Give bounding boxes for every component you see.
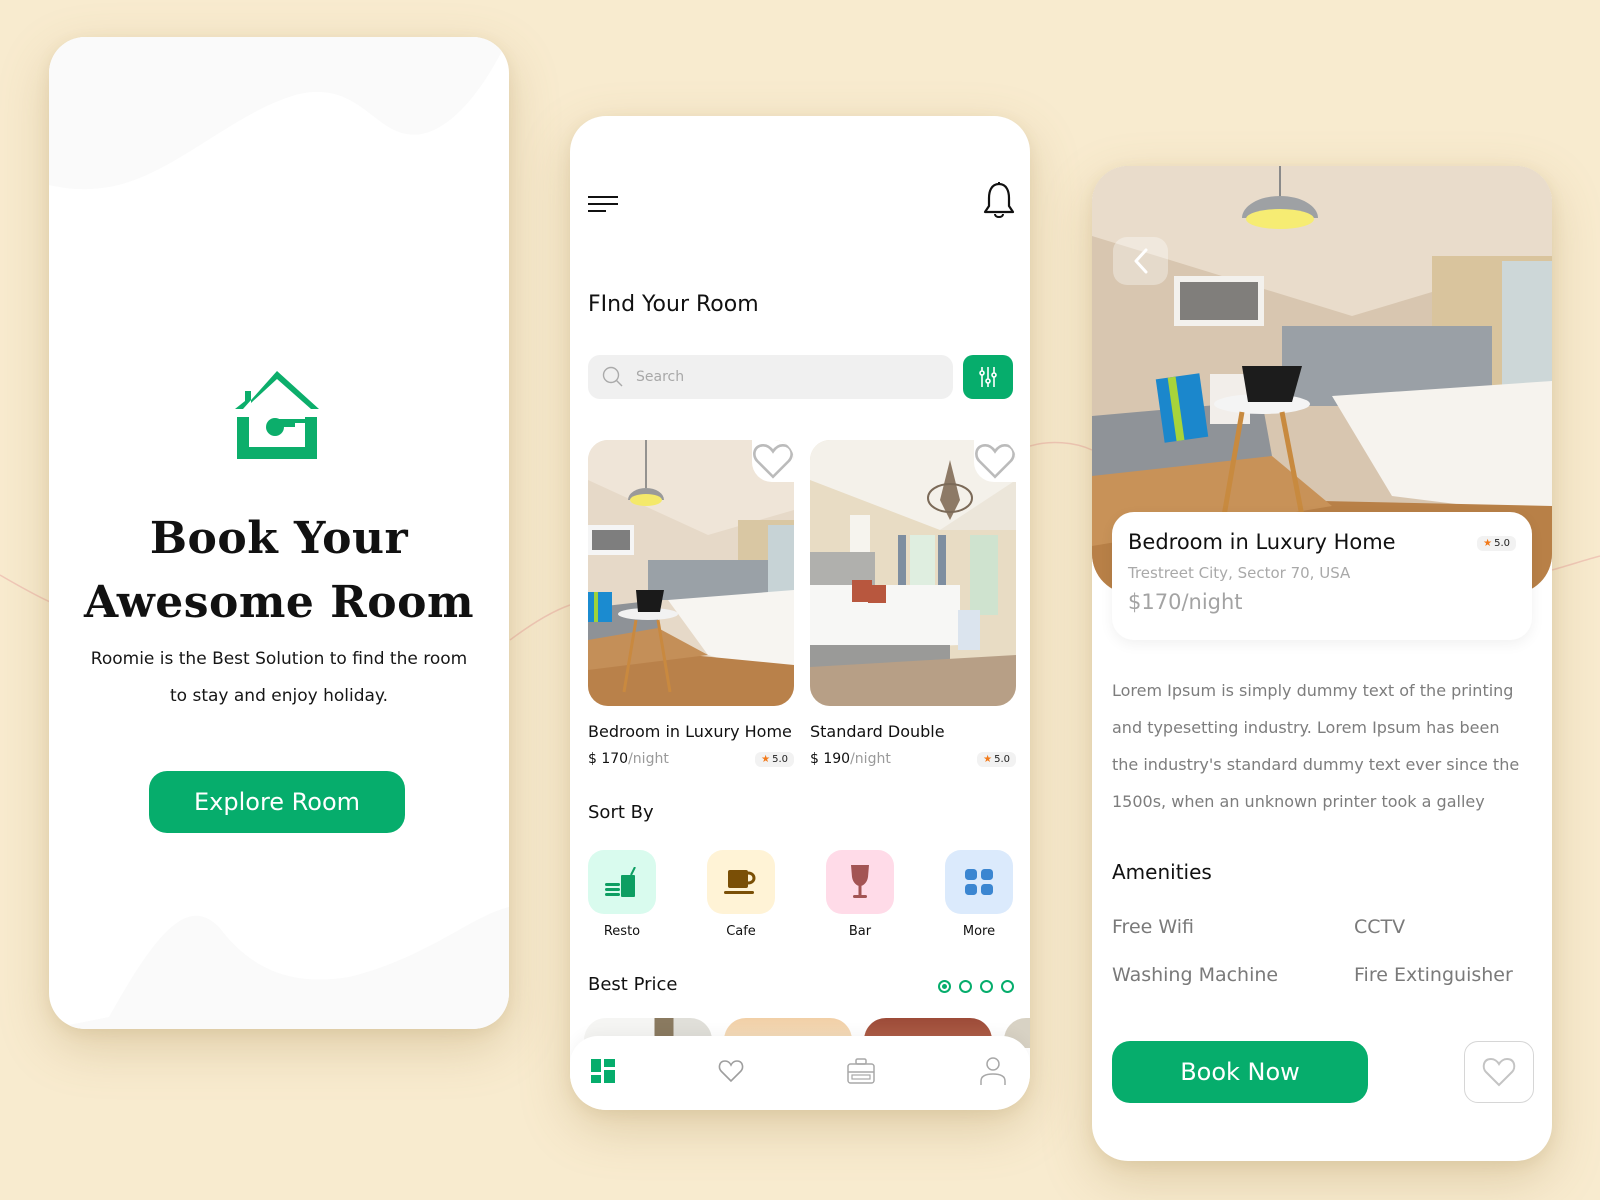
coffee-cup-icon bbox=[724, 870, 756, 894]
rating-value: 5.0 bbox=[1494, 538, 1510, 549]
sort-tile bbox=[945, 850, 1013, 914]
sort-label: Bar bbox=[848, 924, 872, 939]
room-name: Standard Double bbox=[810, 722, 945, 741]
room-price: $ 190/night bbox=[810, 751, 891, 767]
pagination-dot-4[interactable] bbox=[1001, 980, 1014, 993]
favorite-button[interactable] bbox=[752, 440, 794, 482]
room-description: Lorem Ipsum is simply dummy text of the … bbox=[1112, 672, 1542, 820]
sort-tile bbox=[707, 850, 775, 914]
description-line: Lorem Ipsum is simply dummy text of the … bbox=[1112, 681, 1514, 700]
tab-bookings[interactable] bbox=[846, 1056, 876, 1086]
amenity-item: Washing Machine bbox=[1112, 964, 1279, 986]
search-icon bbox=[602, 366, 623, 387]
sliders-icon bbox=[979, 367, 997, 387]
tab-home[interactable] bbox=[588, 1056, 618, 1086]
briefcase-icon bbox=[847, 1058, 875, 1084]
rating-value: 5.0 bbox=[994, 753, 1010, 765]
pagination-dot-3[interactable] bbox=[980, 980, 993, 993]
room-location: Trestreet City, Sector 70, USA bbox=[1128, 564, 1351, 582]
book-now-button[interactable]: Book Now bbox=[1112, 1041, 1368, 1103]
heart-icon bbox=[975, 443, 1015, 479]
room-card[interactable]: Bedroom in Luxury Home $ 170/night ★ 5.0 bbox=[588, 440, 794, 767]
price-value: $ 190 bbox=[810, 751, 851, 767]
splash-title-line-1: Book Your bbox=[149, 513, 409, 564]
search-bar[interactable] bbox=[588, 355, 953, 399]
explore-room-button[interactable]: Explore Room bbox=[149, 771, 405, 833]
bottom-tab-bar bbox=[570, 1036, 1030, 1110]
description-line: 1500s, when an unknown printer took a ga… bbox=[1112, 792, 1485, 811]
sort-label: Resto bbox=[603, 924, 641, 939]
sort-option-resto[interactable]: Resto bbox=[588, 850, 656, 939]
rating-badge: ★ 5.0 bbox=[1477, 536, 1516, 551]
best-price-heading: Best Price bbox=[588, 974, 678, 995]
price-unit: /night bbox=[628, 751, 669, 767]
amenity-item: Fire Extinguisher bbox=[1354, 964, 1513, 986]
room-detail-screen: Bedroom in Luxury Home Trestreet City, S… bbox=[1092, 166, 1552, 1161]
user-icon bbox=[980, 1057, 1006, 1085]
sort-option-bar[interactable]: Bar bbox=[826, 850, 894, 939]
sort-option-more[interactable]: More bbox=[945, 850, 1013, 939]
heart-icon bbox=[753, 443, 793, 479]
description-line: and typesetting industry. Lorem Ipsum ha… bbox=[1112, 718, 1500, 737]
back-button[interactable] bbox=[1113, 237, 1168, 285]
food-drink-icon bbox=[605, 867, 636, 897]
splash-subtitle: Roomie is the Best Solution to find the … bbox=[69, 641, 489, 715]
pagination-dot-2[interactable] bbox=[959, 980, 972, 993]
sort-tile bbox=[826, 850, 894, 914]
splash-subtitle-line-1: Roomie is the Best Solution to find the … bbox=[90, 649, 468, 669]
rating-badge: ★ 5.0 bbox=[755, 751, 794, 767]
star-icon: ★ bbox=[983, 753, 993, 765]
search-input[interactable] bbox=[636, 369, 916, 385]
page-title: FInd Your Room bbox=[588, 292, 759, 317]
rating-badge: ★ 5.0 bbox=[977, 751, 1016, 767]
splash-title-line-2: Awesome Room bbox=[83, 577, 475, 628]
star-icon: ★ bbox=[1483, 538, 1493, 549]
sort-option-cafe[interactable]: Cafe bbox=[707, 850, 775, 939]
heart-icon bbox=[1482, 1057, 1516, 1087]
heart-icon bbox=[718, 1060, 744, 1083]
wine-glass-icon bbox=[851, 865, 869, 898]
sort-label: Cafe bbox=[726, 924, 756, 939]
dashboard-icon bbox=[591, 1059, 615, 1083]
amenity-item: Free Wifi bbox=[1112, 916, 1194, 938]
grid-icon bbox=[965, 869, 993, 895]
description-line: the industry's standard dummy text ever … bbox=[1112, 755, 1520, 774]
room-price: $ 170/night bbox=[588, 751, 669, 767]
price-value: $ 170 bbox=[588, 751, 629, 767]
room-photo[interactable] bbox=[588, 440, 794, 706]
favorite-button[interactable] bbox=[974, 440, 1016, 482]
carousel-pagination bbox=[938, 980, 1014, 993]
sort-tile bbox=[588, 850, 656, 914]
room-info-card: Bedroom in Luxury Home Trestreet City, S… bbox=[1112, 512, 1532, 640]
star-icon: ★ bbox=[761, 753, 771, 765]
room-name: Bedroom in Luxury Home bbox=[1128, 530, 1396, 554]
splash-screen: Book Your Awesome Room Roomie is the Bes… bbox=[49, 37, 509, 1029]
sort-label: More bbox=[962, 924, 996, 939]
price-unit: /night bbox=[850, 751, 891, 767]
sort-by-heading: Sort By bbox=[588, 802, 654, 823]
amenity-item: CCTV bbox=[1354, 916, 1406, 938]
room-photo[interactable] bbox=[810, 440, 1016, 706]
splash-subtitle-line-2: to stay and enjoy holiday. bbox=[170, 686, 388, 706]
amenities-heading: Amenities bbox=[1112, 860, 1212, 884]
rating-value: 5.0 bbox=[772, 753, 788, 765]
tab-profile[interactable] bbox=[978, 1056, 1008, 1086]
find-room-screen: FInd Your Room Search Bedroom in Luxury … bbox=[570, 116, 1030, 1110]
bell-icon[interactable] bbox=[982, 182, 1016, 220]
house-key-logo-icon bbox=[235, 371, 319, 459]
filter-button[interactable] bbox=[963, 355, 1013, 399]
room-name: Bedroom in Luxury Home bbox=[588, 722, 792, 741]
room-price: $170/night bbox=[1128, 590, 1243, 614]
chevron-left-icon bbox=[1134, 248, 1147, 274]
pagination-dot-1[interactable] bbox=[938, 980, 951, 993]
splash-title: Book Your Awesome Room bbox=[49, 507, 509, 635]
hamburger-menu-icon[interactable] bbox=[588, 194, 618, 214]
room-card[interactable]: Standard Double $ 190/night ★ 5.0 bbox=[810, 440, 1016, 767]
favorite-button[interactable] bbox=[1464, 1041, 1534, 1103]
tab-favorites[interactable] bbox=[716, 1056, 746, 1086]
